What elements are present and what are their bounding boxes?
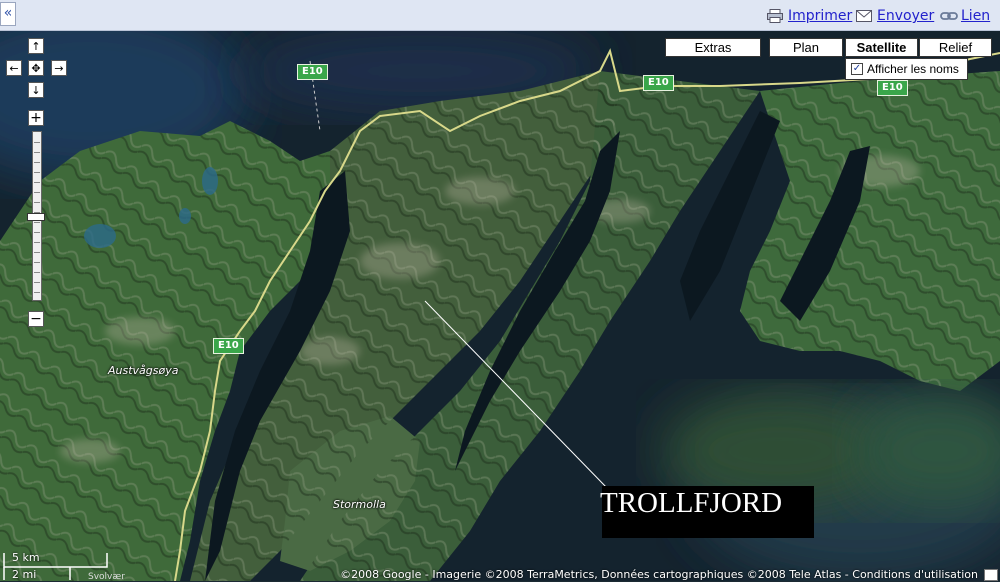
maptype-satellite-button[interactable]: Satellite bbox=[845, 38, 918, 57]
pan-down-button[interactable]: ↓ bbox=[28, 82, 44, 98]
zoom-in-button[interactable]: + bbox=[28, 110, 44, 126]
trollfjord-label: TROLLFJORD bbox=[600, 487, 783, 519]
satellite-map[interactable]: E10 E10 E10 E10 Austvågsøya Stormolla bbox=[0, 31, 1000, 581]
maptype-plan-button[interactable]: Plan bbox=[769, 38, 843, 57]
link-link[interactable]: Lien bbox=[940, 6, 990, 26]
copyright-notice: ©2008 Google - Imagerie ©2008 TerraMetri… bbox=[340, 568, 978, 581]
pan-left-button[interactable]: ← bbox=[6, 60, 22, 76]
printer-icon bbox=[767, 9, 783, 23]
link-link-label[interactable]: Lien bbox=[961, 8, 990, 24]
satellite-imagery bbox=[0, 31, 1000, 581]
pan-right-button[interactable]: → bbox=[51, 60, 67, 76]
envelope-icon bbox=[856, 9, 872, 23]
pan-up-button[interactable]: ↑ bbox=[28, 38, 44, 54]
show-names-checkbox[interactable]: ✓ bbox=[851, 63, 863, 75]
place-label-stormolla: Stormolla bbox=[333, 498, 386, 511]
overview-map-toggle[interactable] bbox=[984, 569, 998, 581]
link-icon bbox=[940, 9, 958, 23]
place-label-austvagsoya: Austvågsøya bbox=[108, 364, 179, 377]
maptype-relief-button[interactable]: Relief bbox=[919, 38, 992, 57]
road-shield-e10: E10 bbox=[297, 64, 328, 80]
road-shield-e10: E10 bbox=[643, 75, 674, 91]
top-toolbar: « Imprimer Envoyer Lien bbox=[0, 0, 1000, 31]
road-shield-e10: E10 bbox=[213, 338, 244, 354]
road-shield-e10: E10 bbox=[877, 80, 908, 96]
send-link[interactable]: Envoyer bbox=[856, 6, 934, 26]
zoom-slider-thumb[interactable] bbox=[27, 213, 45, 221]
zoom-out-button[interactable]: − bbox=[28, 311, 44, 327]
pan-center-button[interactable]: ✥ bbox=[28, 60, 44, 76]
collapse-panel-button[interactable]: « bbox=[0, 2, 16, 26]
show-names-label: Afficher les noms bbox=[867, 62, 959, 76]
maptype-extras-button[interactable]: Extras bbox=[665, 38, 761, 57]
show-names-option[interactable]: ✓ Afficher les noms bbox=[845, 58, 968, 80]
scale-km-label: 5 km bbox=[12, 551, 40, 564]
print-link-label[interactable]: Imprimer bbox=[788, 8, 852, 24]
trollfjord-callout: TROLLFJORD bbox=[600, 486, 814, 538]
scale-mi-label: 2 mi bbox=[12, 568, 37, 581]
print-link[interactable]: Imprimer bbox=[767, 6, 852, 26]
send-link-label[interactable]: Envoyer bbox=[877, 8, 934, 24]
